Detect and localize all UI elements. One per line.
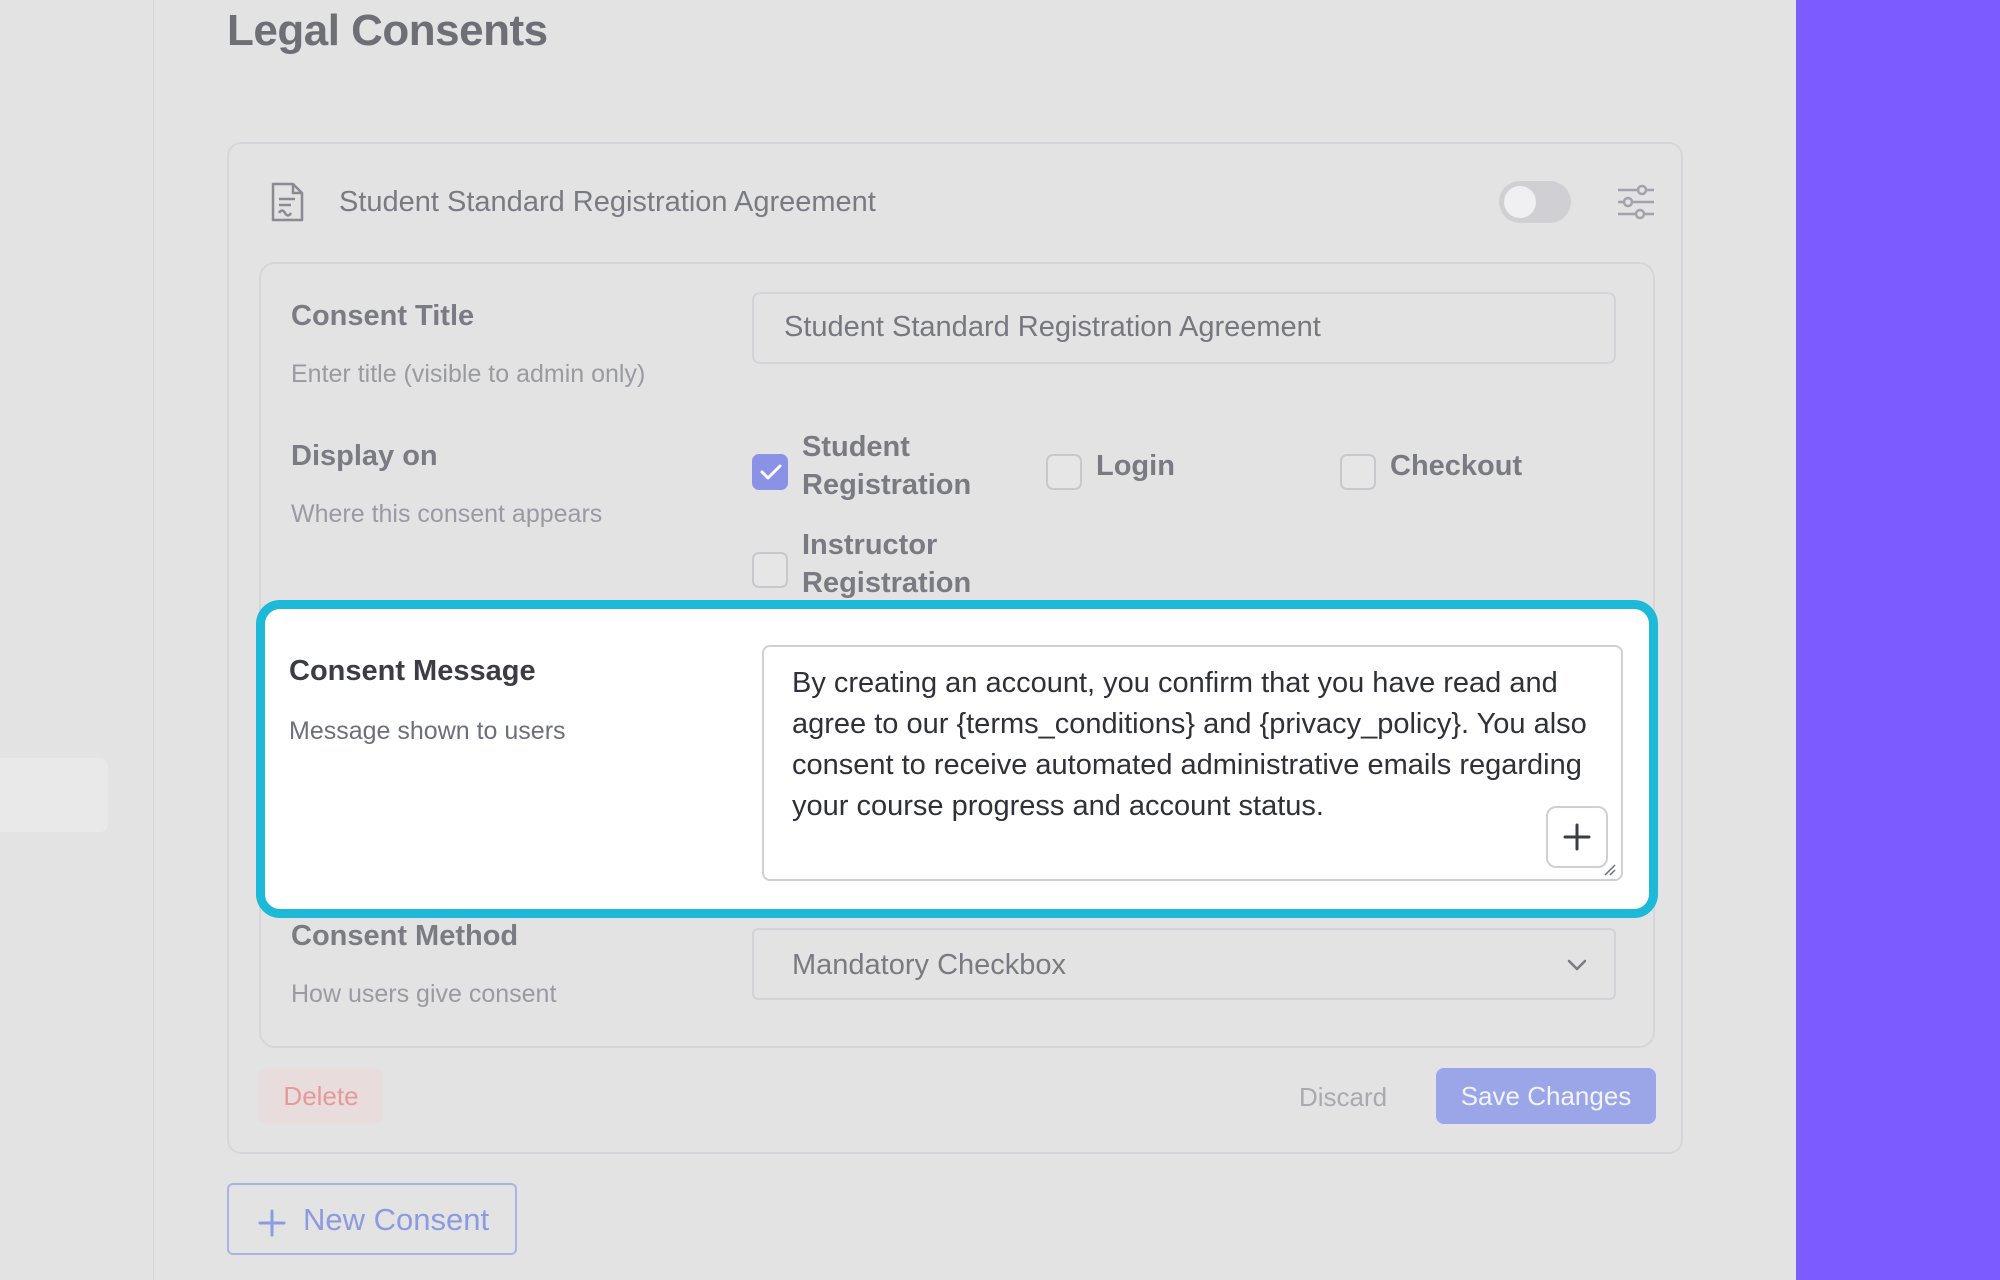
display-on-hint: Where this consent appears [291, 500, 603, 528]
consent-title-hint: Enter title (visible to admin only) [291, 360, 646, 388]
sidebar-active-item[interactable] [0, 758, 108, 832]
sidebar [0, 0, 154, 1280]
chevron-down-icon [1567, 959, 1587, 971]
toggle-knob [1504, 186, 1536, 218]
display-on-label: Display on [291, 440, 438, 472]
student-registration-line1: Student [802, 431, 910, 463]
insert-placeholder-button[interactable] [1546, 806, 1608, 868]
consent-card-header: Student Standard Registration Agreement [229, 144, 1681, 264]
plus-icon [1563, 823, 1591, 851]
instructor-registration-line1: Instructor [802, 529, 938, 561]
consent-message-label: Consent Message [289, 655, 536, 687]
instructor-registration-checkbox[interactable] [752, 552, 788, 588]
student-registration-label[interactable]: Student Registration [802, 428, 971, 504]
document-icon [271, 182, 304, 222]
save-changes-button[interactable]: Save Changes [1436, 1068, 1656, 1124]
accent-panel [1796, 0, 2000, 1280]
consent-title-label: Consent Title [291, 300, 475, 332]
consent-method-select[interactable]: Mandatory Checkbox [752, 928, 1616, 1000]
login-checkbox[interactable] [1046, 454, 1082, 490]
sliders-icon[interactable] [1616, 184, 1656, 220]
consent-method-hint: How users give consent [291, 980, 557, 1008]
consent-method-label: Consent Method [291, 920, 519, 952]
new-consent-label: New Consent [303, 1202, 490, 1237]
login-label[interactable]: Login [1096, 447, 1175, 485]
check-icon [760, 464, 782, 480]
checkout-label[interactable]: Checkout [1390, 447, 1522, 485]
delete-button[interactable]: Delete [259, 1068, 383, 1124]
consent-card-title: Student Standard Registration Agreement [339, 186, 876, 218]
page-title: Legal Consents [227, 6, 548, 55]
instructor-registration-line2: Registration [802, 567, 972, 599]
discard-button[interactable]: Discard [1299, 1082, 1387, 1113]
enable-toggle[interactable] [1499, 181, 1571, 223]
plus-icon [258, 1209, 286, 1237]
new-consent-button[interactable]: New Consent [227, 1183, 517, 1255]
consent-method-value: Mandatory Checkbox [792, 949, 1067, 981]
student-registration-line2: Registration [802, 469, 972, 501]
student-registration-checkbox[interactable] [752, 454, 788, 490]
checkout-checkbox[interactable] [1340, 454, 1376, 490]
consent-message-section: Consent Message Message shown to users B… [256, 600, 1658, 918]
resize-handle-icon[interactable] [1604, 864, 1616, 876]
consent-message-hint: Message shown to users [289, 717, 566, 745]
consent-message-textarea[interactable]: By creating an account, you confirm that… [762, 645, 1623, 881]
instructor-registration-label[interactable]: Instructor Registration [802, 526, 971, 602]
consent-title-input[interactable]: Student Standard Registration Agreement [752, 292, 1616, 364]
